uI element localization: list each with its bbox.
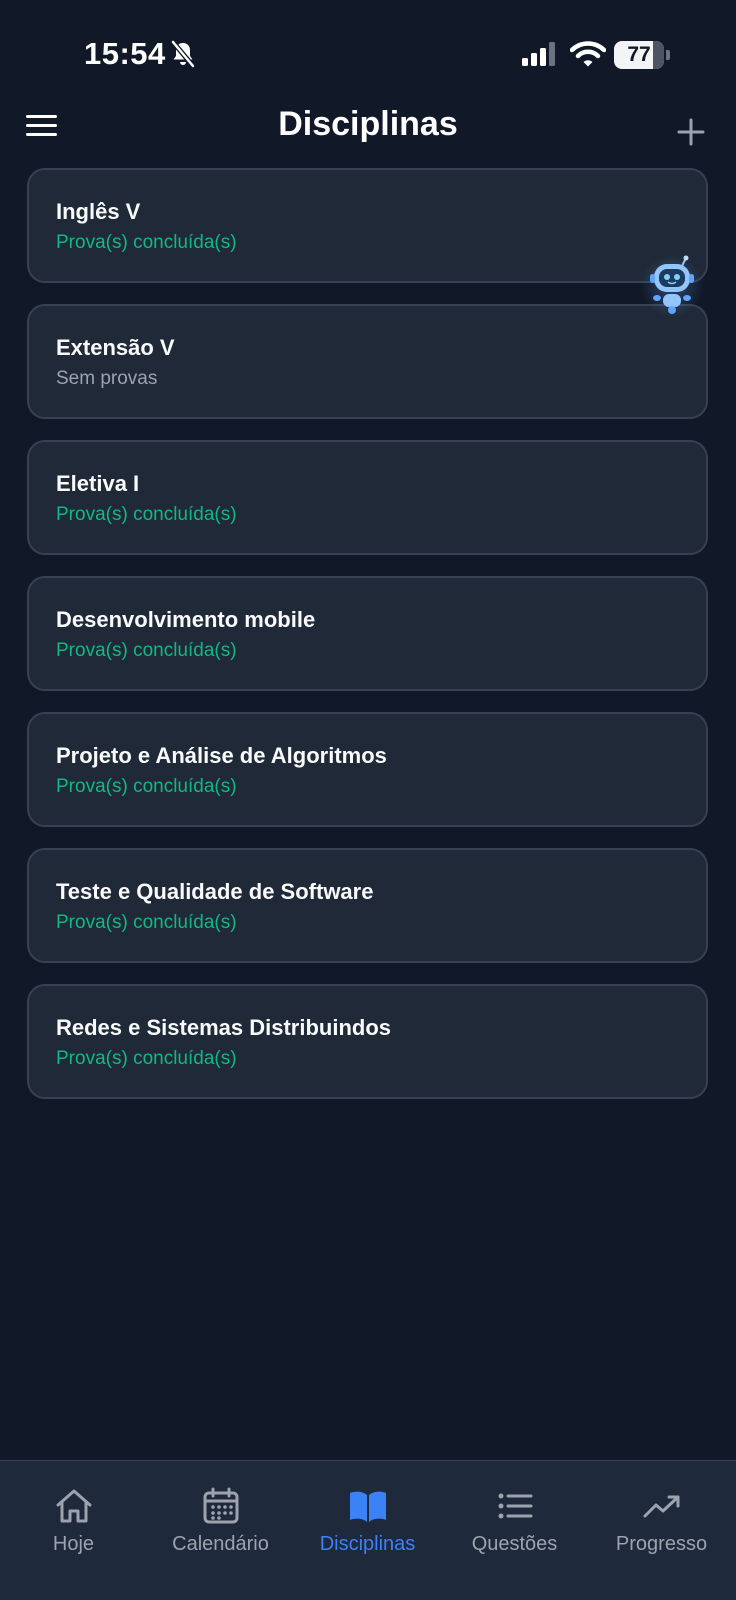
- list-icon: [498, 1493, 532, 1519]
- bell-off-icon: [171, 40, 195, 68]
- signal-icon: [522, 42, 555, 66]
- bottom-navigation: Hoje Calendário Disciplinas Questões Pro…: [0, 1460, 736, 1600]
- discipline-name: Eletiva I: [56, 471, 140, 496]
- discipline-card[interactable]: Projeto e Análise de Algoritmos Prova(s)…: [27, 712, 708, 827]
- discipline-name: Projeto e Análise de Algoritmos: [56, 743, 387, 768]
- wifi-icon: [570, 41, 606, 67]
- page-title: Disciplinas: [278, 105, 458, 143]
- discipline-status: Prova(s) concluída(s): [56, 504, 237, 525]
- discipline-status: Prova(s) concluída(s): [56, 1048, 237, 1069]
- nav-item-questoes[interactable]: Questões: [441, 1485, 588, 1575]
- discipline-status: Sem provas: [56, 368, 158, 389]
- app-header: Disciplinas: [0, 95, 736, 159]
- discipline-name: Extensão V: [56, 335, 175, 360]
- discipline-status: Prova(s) concluída(s): [56, 912, 237, 933]
- nav-item-disciplinas[interactable]: Disciplinas: [294, 1485, 441, 1575]
- robot-assistant-icon: [650, 255, 694, 314]
- discipline-name: Inglês V: [56, 199, 141, 224]
- nav-label: Progresso: [615, 1533, 708, 1555]
- nav-item-progresso[interactable]: Progresso: [588, 1485, 735, 1575]
- nav-item-calendario[interactable]: Calendário: [147, 1485, 294, 1575]
- discipline-name: Redes e Sistemas Distribuindos: [56, 1015, 391, 1040]
- discipline-name: Teste e Qualidade de Software: [56, 879, 374, 904]
- home-icon: [56, 1489, 91, 1523]
- nav-item-hoje[interactable]: Hoje: [0, 1485, 147, 1575]
- discipline-list: Inglês V Prova(s) concluída(s) Extensão …: [27, 168, 708, 1120]
- discipline-card[interactable]: Extensão V Sem provas: [27, 304, 708, 419]
- trending-up-icon: [643, 1495, 679, 1518]
- robot-assistant-button[interactable]: [640, 254, 704, 318]
- discipline-card[interactable]: Desenvolvimento mobile Prova(s) concluíd…: [27, 576, 708, 691]
- battery-level: 77: [627, 43, 651, 66]
- calendar-icon: [203, 1487, 238, 1524]
- discipline-status: Prova(s) concluída(s): [56, 776, 237, 797]
- book-icon: [349, 1491, 386, 1522]
- nav-label: Calendário: [172, 1533, 269, 1555]
- discipline-card[interactable]: Inglês V Prova(s) concluída(s): [27, 168, 708, 283]
- discipline-status: Prova(s) concluída(s): [56, 640, 237, 661]
- status-time: 15:54: [84, 36, 166, 71]
- discipline-card[interactable]: Eletiva I Prova(s) concluída(s): [27, 440, 708, 555]
- disciplinas-screen: 15:54 77 Disciplinas Inglês V Prova(s) c…: [0, 0, 736, 1600]
- nav-label: Hoje: [52, 1533, 95, 1555]
- add-discipline-button[interactable]: [676, 117, 706, 147]
- discipline-status: Prova(s) concluída(s): [56, 232, 237, 253]
- discipline-name: Desenvolvimento mobile: [56, 607, 316, 632]
- battery-icon: 77: [614, 41, 670, 69]
- discipline-card[interactable]: Redes e Sistemas Distribuindos Prova(s) …: [27, 984, 708, 1099]
- nav-label: Questões: [471, 1533, 558, 1555]
- nav-label: Disciplinas: [319, 1533, 416, 1555]
- discipline-card[interactable]: Teste e Qualidade de Software Prova(s) c…: [27, 848, 708, 963]
- status-bar: 15:54 77: [0, 0, 736, 100]
